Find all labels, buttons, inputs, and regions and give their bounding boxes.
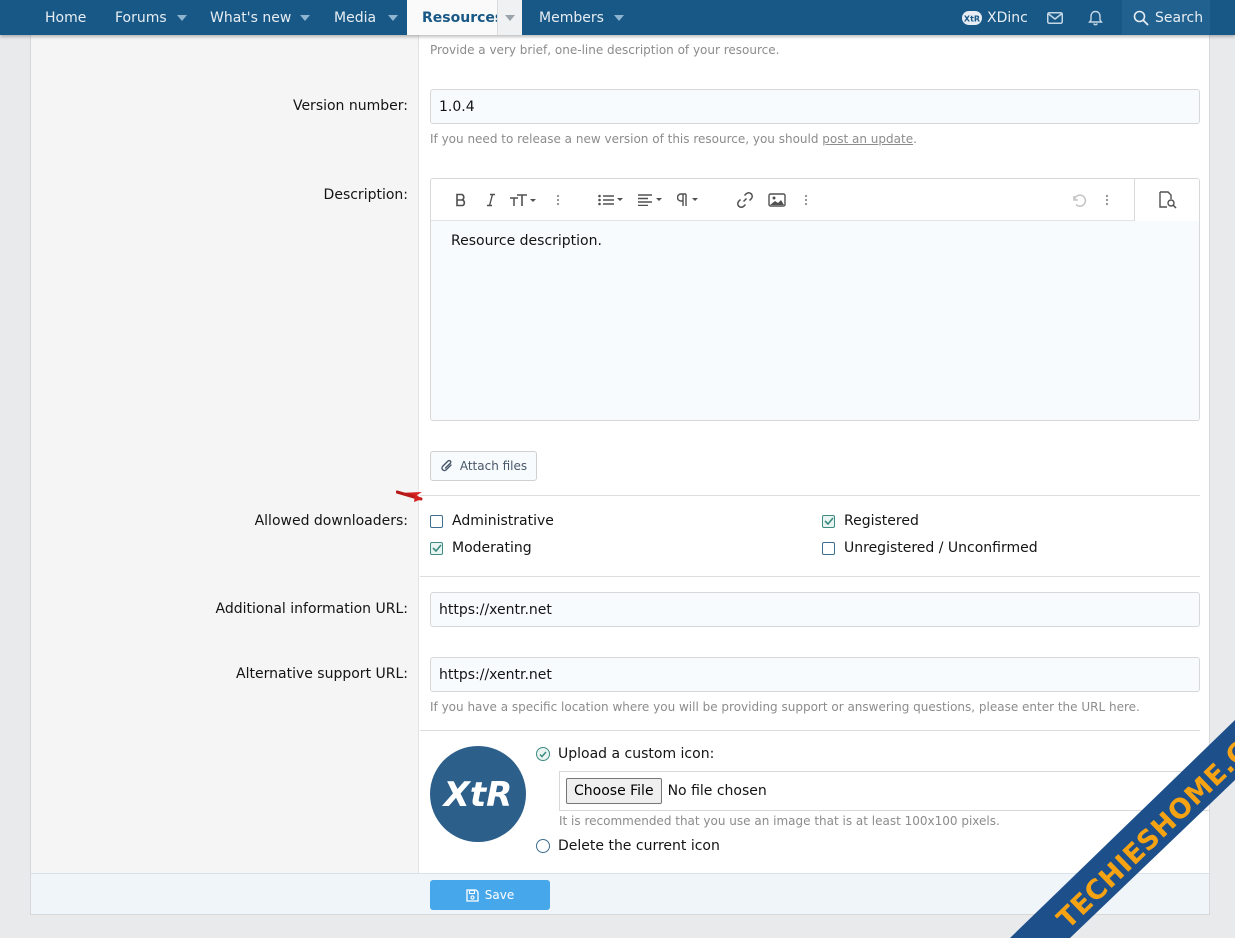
allowed-downloaders-label: Allowed downloaders: bbox=[254, 513, 408, 529]
label-column bbox=[31, 35, 419, 873]
search-button[interactable]: Search bbox=[1122, 0, 1210, 35]
chevron-down-icon[interactable] bbox=[175, 0, 189, 35]
bold-icon[interactable] bbox=[451, 179, 471, 221]
resource-icon-preview: XtR bbox=[430, 746, 526, 842]
checkmark-icon[interactable] bbox=[536, 747, 550, 761]
save-label: Save bbox=[484, 888, 515, 902]
more-options-icon[interactable] bbox=[1100, 179, 1114, 221]
italic-icon[interactable] bbox=[483, 179, 499, 221]
post-update-link[interactable]: post an update bbox=[822, 132, 913, 146]
paragraph-icon[interactable] bbox=[676, 179, 706, 221]
red-arrow-icon bbox=[396, 489, 423, 502]
nav-resources[interactable]: Resources bbox=[407, 0, 503, 35]
more-options-icon[interactable] bbox=[799, 179, 813, 221]
chevron-down-icon[interactable] bbox=[497, 0, 522, 35]
description-label: Description: bbox=[323, 187, 408, 203]
radio-upload-icon[interactable]: Upload a custom icon: bbox=[536, 746, 714, 762]
search-label: Search bbox=[1155, 9, 1204, 26]
divider bbox=[420, 576, 1200, 577]
xtr-logo-icon: XtR bbox=[442, 775, 513, 814]
version-hint: If you need to release a new version of … bbox=[430, 132, 917, 146]
checkbox-moderating[interactable]: Moderating bbox=[430, 540, 532, 556]
align-icon[interactable] bbox=[637, 179, 667, 221]
envelope-icon[interactable] bbox=[1047, 0, 1063, 35]
checkbox-administrative[interactable]: Administrative bbox=[430, 513, 554, 529]
paperclip-icon bbox=[441, 459, 452, 472]
chevron-down-icon[interactable] bbox=[386, 0, 400, 35]
icon-hint: It is recommended that you use an image … bbox=[559, 814, 1000, 828]
nav-home[interactable]: Home bbox=[45, 0, 86, 35]
tagline-hint: Provide a very brief, one-line descripti… bbox=[430, 43, 780, 57]
image-icon[interactable] bbox=[766, 179, 788, 221]
nav-members[interactable]: Members bbox=[539, 0, 604, 35]
nav-forums[interactable]: Forums bbox=[115, 0, 167, 35]
no-file-text: No file chosen bbox=[667, 783, 767, 799]
description-text: Resource description. bbox=[451, 233, 602, 249]
more-options-icon[interactable] bbox=[551, 179, 565, 221]
checkbox-registered[interactable]: Registered bbox=[822, 513, 919, 529]
editor-toolbar bbox=[431, 179, 1199, 221]
checkmark-icon[interactable] bbox=[430, 541, 443, 555]
attach-files-button[interactable]: Attach files bbox=[430, 451, 537, 481]
floppy-disk-icon bbox=[466, 888, 479, 902]
svg-text:XtR: XtR bbox=[964, 14, 980, 23]
search-icon bbox=[1133, 10, 1149, 25]
undo-icon[interactable] bbox=[1068, 179, 1090, 221]
attach-files-label: Attach files bbox=[459, 459, 528, 473]
list-icon[interactable] bbox=[597, 179, 627, 221]
checkbox-box[interactable] bbox=[430, 514, 443, 528]
checkbox-unregistered[interactable]: Unregistered / Unconfirmed bbox=[822, 540, 1038, 556]
divider bbox=[420, 495, 1200, 496]
info-url-input[interactable]: https://xentr.net bbox=[430, 592, 1200, 627]
watermark-banner: TECHIESHOME.COM bbox=[1010, 720, 1235, 938]
checkbox-box[interactable] bbox=[822, 541, 835, 555]
link-icon[interactable] bbox=[734, 179, 756, 221]
version-input[interactable]: 1.0.4 bbox=[430, 89, 1200, 124]
radio-dot[interactable] bbox=[536, 839, 550, 853]
support-url-label: Alternative support URL: bbox=[236, 666, 408, 682]
text-size-icon[interactable] bbox=[508, 179, 540, 221]
save-button[interactable]: Save bbox=[430, 880, 550, 910]
radio-delete-icon[interactable]: Delete the current icon bbox=[536, 838, 720, 854]
checkmark-icon[interactable] bbox=[822, 514, 835, 528]
nav-media[interactable]: Media bbox=[334, 0, 376, 35]
top-navigation: Home Forums What's new Media Resources M… bbox=[0, 0, 1235, 35]
version-label: Version number: bbox=[292, 98, 408, 114]
chevron-down-icon[interactable] bbox=[612, 0, 626, 35]
description-editor[interactable]: Resource description. bbox=[430, 178, 1200, 421]
info-url-label: Additional information URL: bbox=[215, 601, 408, 617]
support-url-input[interactable]: https://xentr.net bbox=[430, 657, 1200, 692]
user-avatar-icon[interactable]: XtR bbox=[962, 0, 982, 35]
chevron-down-icon[interactable] bbox=[298, 0, 312, 35]
choose-file-button[interactable]: Choose File bbox=[566, 778, 662, 804]
support-url-hint: If you have a specific location where yo… bbox=[430, 700, 1140, 714]
bell-icon[interactable] bbox=[1088, 0, 1103, 35]
preview-icon[interactable] bbox=[1134, 179, 1199, 221]
svg-text:XtR: XtR bbox=[442, 775, 513, 814]
nav-user-name[interactable]: XDinc bbox=[987, 0, 1028, 35]
nav-whats-new[interactable]: What's new bbox=[210, 0, 291, 35]
